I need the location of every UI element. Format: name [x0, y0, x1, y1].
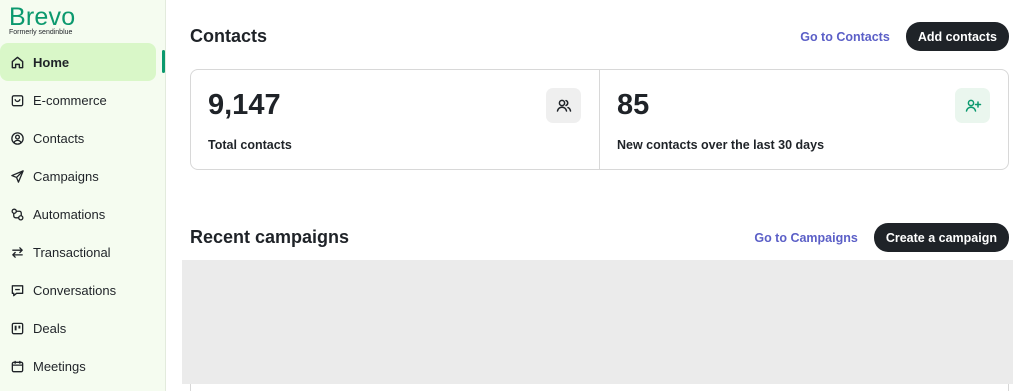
sidebar-item-label: Campaigns [33, 168, 99, 184]
stat-label: New contacts over the last 30 days [617, 138, 825, 152]
contacts-header: Contacts Go to Contacts Add contacts [190, 22, 1009, 51]
calendar-icon [9, 358, 25, 374]
home-icon [9, 54, 25, 70]
sidebar-item-label: Contacts [33, 130, 85, 146]
user-plus-icon [955, 88, 990, 123]
campaigns-header: Recent campaigns Go to Campaigns Create … [190, 223, 1009, 252]
sidebar-item-contacts[interactable]: Contacts [0, 119, 166, 157]
send-icon [9, 168, 25, 184]
stat-value: 85 [617, 89, 650, 121]
go-to-campaigns-link[interactable]: Go to Campaigns [754, 231, 857, 245]
sidebar-item-label: Home [33, 54, 70, 70]
sidebar-item-label: Meetings [33, 358, 86, 374]
recent-campaigns-title: Recent campaigns [190, 227, 350, 247]
brand-logo[interactable]: Brevo Formerly sendinblue [9, 4, 75, 37]
sidebar-item-label: Conversations [33, 282, 117, 298]
brand-subtitle: Formerly sendinblue [9, 29, 73, 36]
sidebar: Brevo Formerly sendinblue Home E-commerc… [0, 0, 166, 391]
sidebar-item-label: Transactional [33, 244, 111, 260]
main-content: Contacts Go to Contacts Add contacts 9,1… [166, 0, 1024, 391]
brand-name: Brevo [9, 3, 76, 31]
contacts-stats-card: 9,147 Total contacts 85 New contacts ove… [190, 69, 1009, 170]
campaigns-actions: Go to Campaigns Create a campaign [754, 223, 1009, 252]
sidebar-item-label: Deals [33, 320, 67, 336]
chat-bubble-icon [9, 282, 25, 298]
add-contacts-button[interactable]: Add contacts [905, 22, 1009, 51]
active-indicator [162, 50, 165, 73]
new-contacts-stat: 85 New contacts over the last 30 days [599, 70, 1008, 169]
sidebar-item-conversations[interactable]: Conversations [0, 271, 166, 309]
sidebar-item-deals[interactable]: Deals [0, 309, 166, 347]
user-circle-icon [9, 130, 25, 146]
stat-label: Total contacts [208, 138, 292, 152]
sidebar-item-home[interactable]: Home [0, 43, 156, 81]
sidebar-item-label: Automations [33, 206, 106, 222]
automation-icon [9, 206, 25, 222]
sidebar-item-ecommerce[interactable]: E-commerce [0, 81, 166, 119]
create-campaign-button[interactable]: Create a campaign [873, 223, 1009, 252]
contacts-title: Contacts [190, 26, 268, 46]
sidebar-item-meetings[interactable]: Meetings [0, 347, 166, 385]
sidebar-item-label: E-commerce [33, 92, 107, 108]
stat-value: 9,147 [208, 89, 281, 121]
contacts-actions: Go to Contacts Add contacts [800, 22, 1009, 51]
transfer-arrows-icon [9, 244, 25, 260]
kanban-icon [9, 320, 25, 336]
sidebar-item-transactional[interactable]: Transactional [0, 233, 166, 271]
users-icon [546, 88, 581, 123]
total-contacts-stat: 9,147 Total contacts [191, 70, 599, 169]
campaigns-loading-placeholder [182, 260, 1013, 384]
go-to-contacts-link[interactable]: Go to Contacts [800, 30, 890, 44]
sidebar-nav: Home E-commerce Contacts Campaigns Autom… [0, 43, 166, 385]
sidebar-item-automations[interactable]: Automations [0, 195, 166, 233]
shopping-bag-icon [9, 92, 25, 108]
campaigns-card-edge [190, 384, 1009, 391]
sidebar-item-campaigns[interactable]: Campaigns [0, 157, 166, 195]
